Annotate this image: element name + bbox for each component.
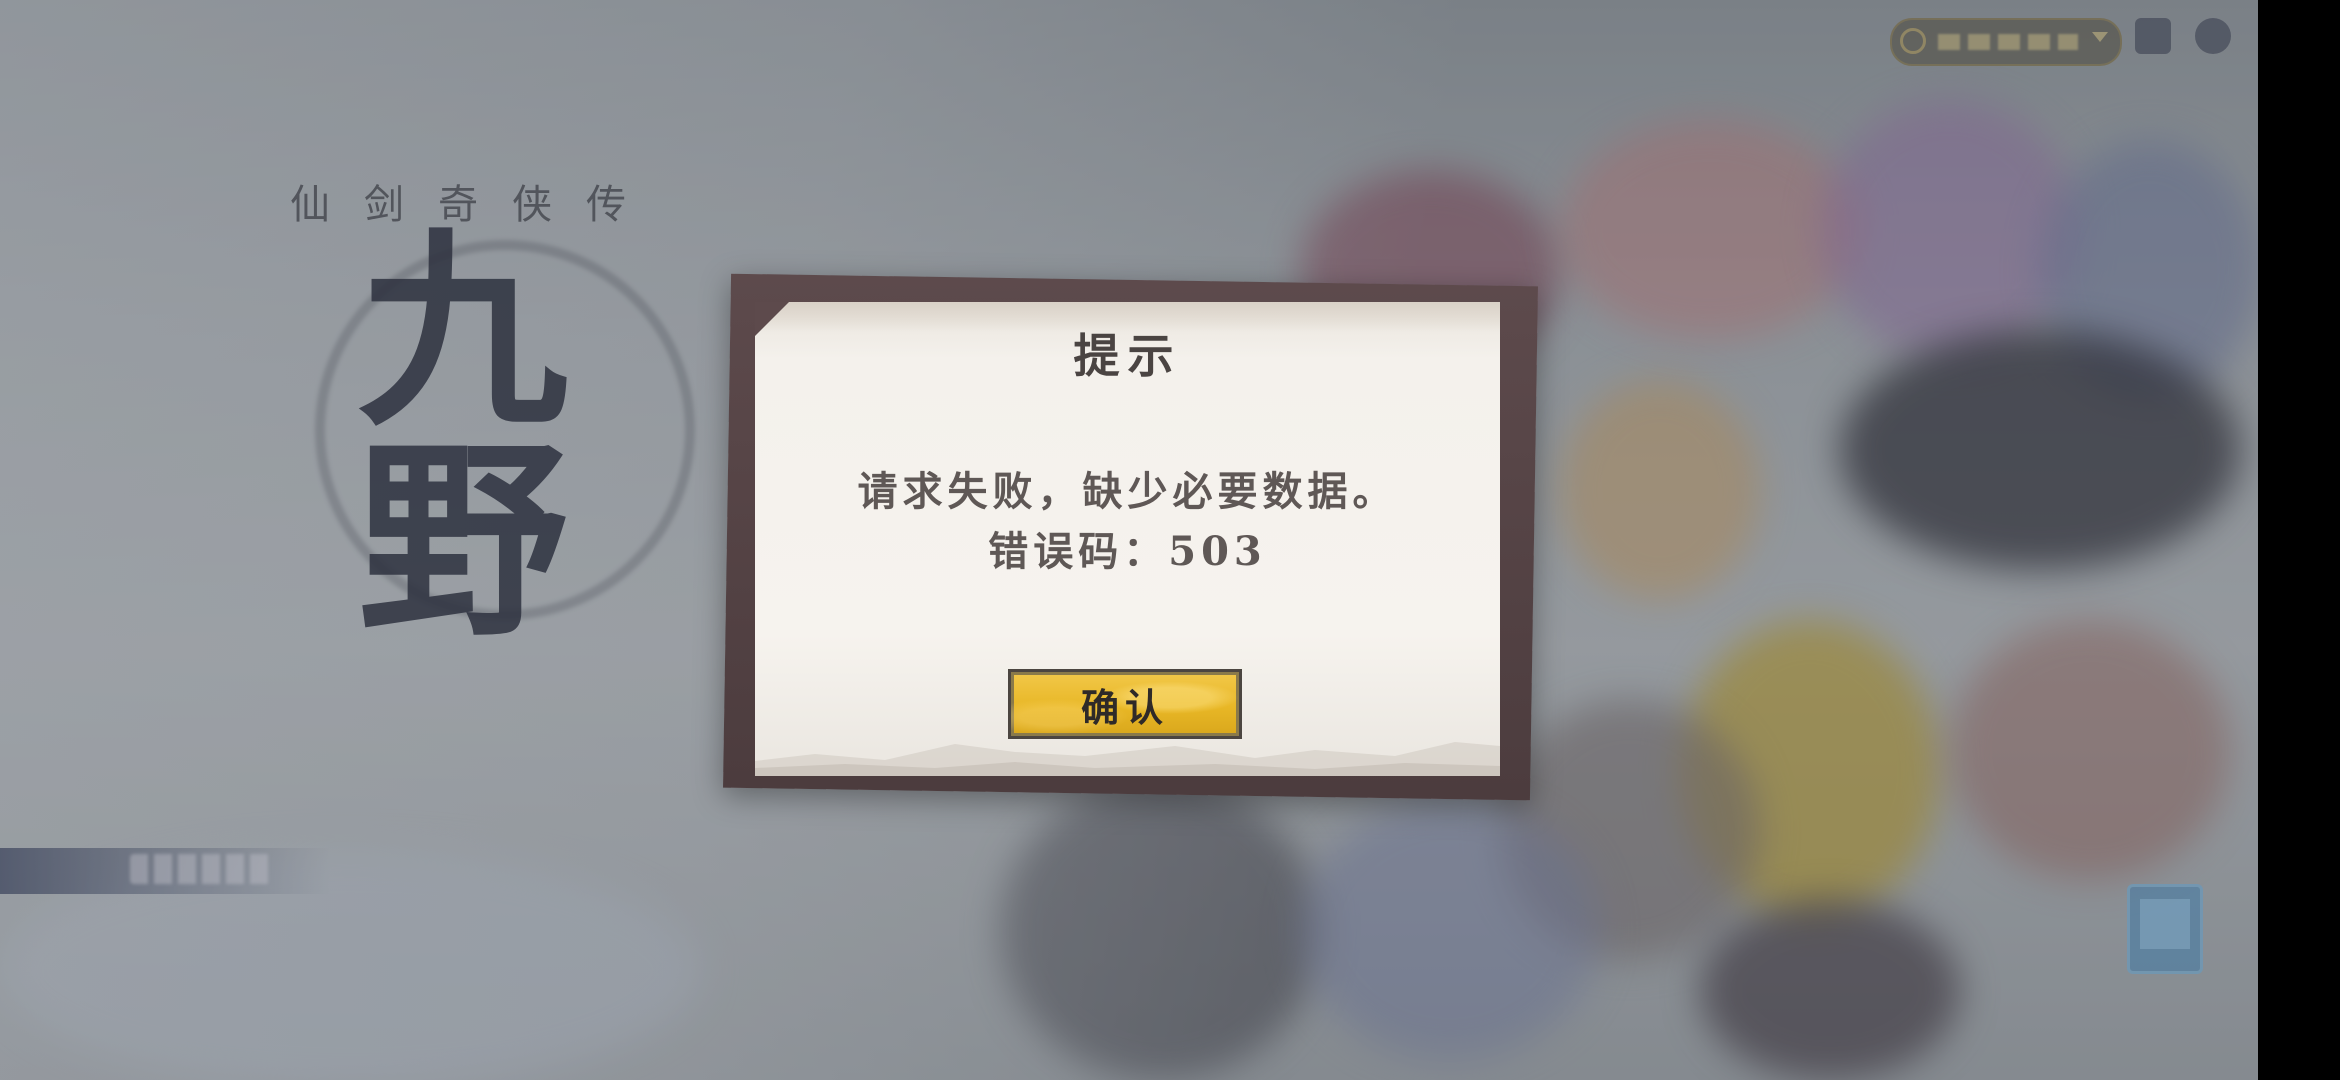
error-code: 错误码：503 <box>988 528 1267 575</box>
dialog-title: 提示 <box>1073 329 1182 383</box>
confirm-button-label: 确认 <box>1080 684 1169 730</box>
confirm-button[interactable]: 确认 <box>1008 669 1242 739</box>
screen-edge-bar <box>2258 0 2340 1080</box>
game-background: 仙剑奇侠传 九野 提示 请求失败，缺少必要数据。 错误码：503 确认 <box>0 0 2258 1080</box>
alert-dialog: 提示 请求失败，缺少必要数据。 错误码：503 确认 <box>755 302 1500 776</box>
dialog-message: 请求失败，缺少必要数据。 <box>857 468 1398 515</box>
